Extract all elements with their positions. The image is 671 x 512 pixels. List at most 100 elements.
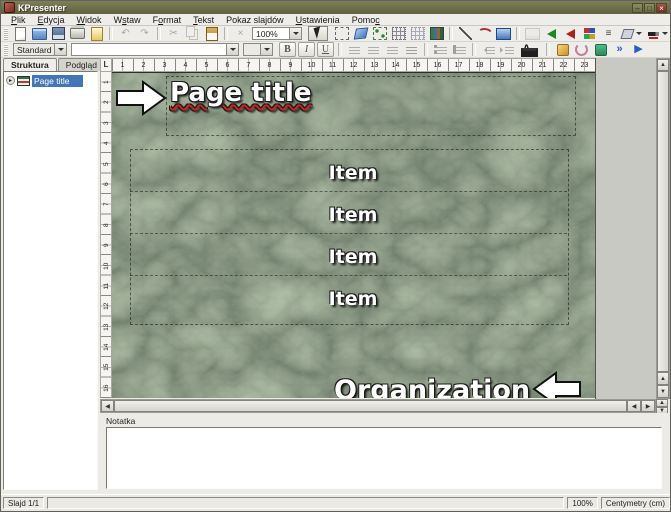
slide-item-text[interactable]: Item	[120, 246, 586, 268]
horizontal-scroll-thumb[interactable]	[114, 400, 627, 412]
align-left-icon[interactable]	[346, 42, 363, 57]
menu-item[interactable]: Format	[147, 15, 188, 25]
rotate-object-icon[interactable]	[573, 42, 590, 57]
insert-chart-icon[interactable]	[428, 26, 445, 41]
print-preview-icon[interactable]	[88, 26, 105, 41]
fast-forward-icon[interactable]: »	[611, 42, 628, 57]
freehand-tool-icon[interactable]	[476, 26, 493, 41]
italic-button[interactable]: I	[298, 42, 315, 57]
save-icon[interactable]	[50, 26, 67, 41]
sidebar-tab[interactable]: Podgląd	[58, 58, 105, 71]
rotate-menu-icon[interactable]	[619, 26, 636, 41]
font-color-button[interactable]: A	[518, 42, 535, 57]
bullet-list-icon[interactable]	[432, 42, 449, 57]
font-family-combobox[interactable]	[71, 43, 239, 56]
chevron-down-icon[interactable]	[226, 44, 238, 55]
horizontal-scrollbar[interactable]: ◀ ◀ ▶	[100, 399, 656, 413]
menu-item[interactable]: Ustawienia	[290, 15, 346, 25]
copy-icon[interactable]	[184, 26, 201, 41]
insert-object-icon[interactable]	[409, 26, 426, 41]
color-palette-icon[interactable]	[581, 26, 598, 41]
menu-item[interactable]: Pomoc	[346, 15, 386, 25]
slide-item-text[interactable]: Item	[120, 204, 586, 226]
toolbar-drag-handle[interactable]	[4, 44, 8, 56]
scroll-up-icon[interactable]: ▲	[657, 372, 669, 385]
menu-item[interactable]: Tekst	[187, 15, 220, 25]
toolbar-drag-handle[interactable]	[4, 28, 8, 40]
window-title: KPresenter	[18, 3, 631, 13]
align-right-icon[interactable]	[384, 42, 401, 57]
sidebar-tab[interactable]: Struktura	[3, 58, 57, 71]
zoom-combobox[interactable]: 100%	[252, 27, 302, 40]
chevron-down-icon[interactable]	[260, 44, 272, 55]
menu-item[interactable]: Plik	[5, 15, 32, 25]
redo-icon[interactable]: ↷	[136, 26, 153, 41]
arrow-back-icon[interactable]	[543, 26, 560, 41]
chevron-down-icon[interactable]	[54, 44, 66, 55]
maximize-button[interactable]: □	[644, 3, 655, 13]
line-tool-icon[interactable]	[457, 26, 474, 41]
play-icon[interactable]: ▶	[630, 42, 647, 57]
ruler-number: 16	[427, 59, 448, 71]
titlebar[interactable]: KPresenter – □ ×	[1, 1, 670, 14]
structure-panel[interactable]: ▸ Page title	[3, 71, 98, 490]
scroll-right-icon[interactable]: ▶	[641, 400, 655, 412]
slide-item-text[interactable]: Item	[120, 288, 586, 310]
arrow-forward-icon[interactable]	[562, 26, 579, 41]
paste-icon[interactable]	[203, 26, 220, 41]
previous-page-icon[interactable]: ▲	[656, 399, 668, 407]
delete-icon[interactable]: ×	[232, 26, 249, 41]
slide-canvas[interactable]: Page title Item Item Item Item Organization	[112, 72, 595, 398]
print-icon[interactable]	[69, 26, 86, 41]
insert-table-icon[interactable]	[390, 26, 407, 41]
align-justify-icon[interactable]	[403, 42, 420, 57]
insert-picture-icon[interactable]	[524, 26, 541, 41]
minimize-button[interactable]: –	[632, 3, 643, 13]
scroll-left-icon[interactable]: ◀	[101, 400, 114, 412]
indent-increase-icon[interactable]	[499, 42, 516, 57]
numbered-list-icon[interactable]	[451, 42, 468, 57]
cut-icon[interactable]: ✂	[165, 26, 182, 41]
font-size-combobox[interactable]	[243, 43, 273, 56]
scroll-down-icon[interactable]: ▼	[657, 385, 669, 398]
vertical-scroll-thumb[interactable]	[657, 71, 669, 372]
align-center-icon[interactable]	[365, 42, 382, 57]
right-arrow-shape[interactable]	[115, 79, 167, 117]
text-tool-icon[interactable]	[333, 26, 350, 41]
menu-item[interactable]: Wstaw	[108, 15, 147, 25]
canvas-background	[595, 58, 656, 399]
indent-decrease-icon[interactable]	[480, 42, 497, 57]
autocorrect-icon[interactable]	[592, 42, 609, 57]
left-arrow-shape[interactable]	[532, 371, 582, 398]
underline-button[interactable]: U	[317, 42, 334, 57]
notes-field[interactable]	[106, 427, 662, 489]
scroll-left-icon[interactable]: ◀	[627, 400, 641, 412]
new-document-icon[interactable]	[12, 26, 29, 41]
menu-item[interactable]: Pokaz slajdów	[220, 15, 290, 25]
autoform-tool-icon[interactable]	[371, 26, 388, 41]
organization-text[interactable]: Organization	[334, 375, 530, 398]
tree-expander-icon[interactable]: ▸	[6, 76, 15, 85]
ruler-number: 16	[100, 383, 112, 393]
undo-icon[interactable]: ↶	[117, 26, 134, 41]
open-folder-icon[interactable]	[31, 26, 48, 41]
text-lines-icon[interactable]: ≡	[600, 26, 617, 41]
bold-button[interactable]: B	[279, 42, 296, 57]
tree-item[interactable]: ▸ Page title	[4, 74, 97, 87]
close-button[interactable]: ×	[656, 3, 667, 13]
chevron-down-icon[interactable]	[289, 28, 301, 39]
ruler-number: 7	[100, 200, 112, 210]
vertical-ruler: 12345678910111213141516	[100, 72, 112, 398]
menu-item[interactable]: Widok	[71, 15, 108, 25]
brush-icon[interactable]	[554, 42, 571, 57]
rotate-tool-icon[interactable]	[352, 26, 369, 41]
slide-item-text[interactable]: Item	[120, 162, 586, 184]
menu-item[interactable]: Edycja	[32, 15, 71, 25]
vertical-scrollbar[interactable]: ▲ ▲ ▼	[656, 58, 670, 399]
mouse-pointer-tool-button[interactable]	[308, 26, 328, 41]
scroll-up-icon[interactable]: ▲	[657, 59, 669, 71]
pen-style-icon[interactable]	[645, 26, 662, 41]
slide-title-text[interactable]: Page title	[170, 78, 312, 108]
style-combobox[interactable]: Standard	[13, 43, 67, 56]
rectangle-tool-icon[interactable]	[495, 26, 512, 41]
